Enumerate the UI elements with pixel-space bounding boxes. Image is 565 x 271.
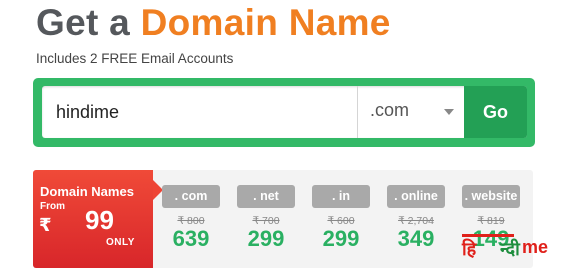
- tld-item-online[interactable]: . online ₹ 2,704 349: [387, 185, 445, 252]
- watermark-script: न्दी: [500, 239, 520, 259]
- tld-name-badge: . in: [312, 185, 370, 208]
- subheadline: Includes 2 FREE Email Accounts: [36, 51, 234, 66]
- tld-name-badge: . website: [462, 185, 520, 208]
- tld-new-price: 299: [247, 226, 285, 251]
- tld-new-price: 639: [172, 226, 210, 251]
- domain-search-form: .com Go: [33, 78, 535, 147]
- domain-search-input[interactable]: [42, 86, 354, 138]
- tld-name-badge: . net: [237, 185, 295, 208]
- tld-name-badge: . com: [162, 185, 220, 208]
- tld-price-strip: Domain Names From ₹ 99 ONLY . com ₹ 800 …: [33, 170, 533, 268]
- promo-price: 99: [85, 205, 114, 235]
- promo-only-label: ONLY: [106, 237, 135, 248]
- headline: Get a Domain Name: [36, 2, 391, 44]
- tld-dropdown[interactable]: .com: [357, 86, 464, 138]
- tld-name-badge: . online: [387, 185, 445, 208]
- rupee-icon: ₹: [39, 215, 52, 235]
- promo-badge: Domain Names From ₹ 99 ONLY: [33, 170, 163, 268]
- promo-title: Domain Names: [40, 184, 134, 199]
- tld-item-in[interactable]: . in ₹ 600 299: [312, 185, 370, 252]
- tld-new-price: 299: [322, 226, 360, 251]
- caret-down-icon: [444, 109, 454, 115]
- watermark-latin: me: [522, 237, 549, 257]
- tld-item-com[interactable]: . com ₹ 800 639: [162, 185, 220, 252]
- promo-from-label: From: [40, 201, 65, 212]
- search-inner: .com Go: [42, 86, 527, 138]
- headline-accent: Domain Name: [140, 2, 391, 43]
- tld-dropdown-value: .com: [370, 100, 410, 120]
- headline-lead: Get a: [36, 2, 131, 43]
- tld-new-price: 349: [397, 226, 435, 251]
- go-button[interactable]: Go: [464, 86, 527, 138]
- tld-item-net[interactable]: . net ₹ 700 299: [237, 185, 295, 252]
- watermark-script: हि: [462, 239, 477, 259]
- site-watermark-logo: हि न्दी me: [460, 234, 555, 268]
